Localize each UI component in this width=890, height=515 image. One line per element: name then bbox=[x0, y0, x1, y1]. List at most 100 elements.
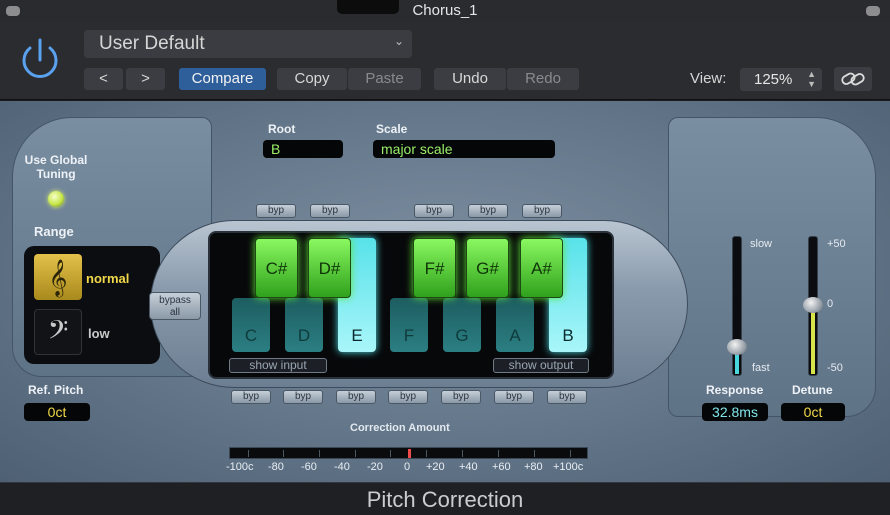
meter-tick bbox=[248, 450, 249, 457]
preset-name: User Default bbox=[99, 33, 205, 54]
bass-clef-icon[interactable]: 𝄢 bbox=[34, 309, 82, 355]
key-c-sharp-label: C# bbox=[265, 259, 288, 278]
redo-button[interactable]: Redo bbox=[507, 68, 579, 90]
right-control-area bbox=[668, 117, 876, 417]
detune-mid-label: 0 bbox=[827, 298, 834, 310]
detune-slider-handle[interactable] bbox=[803, 297, 823, 313]
bypass-key-a-sharp[interactable]: byp bbox=[522, 204, 562, 218]
detune-label: Detune bbox=[792, 383, 833, 397]
bypass-key-d-sharp[interactable]: byp bbox=[310, 204, 350, 218]
correction-scale-label: -100c bbox=[226, 461, 254, 473]
key-a-sharp[interactable]: A# bbox=[520, 238, 563, 298]
bypass-key-g[interactable]: byp bbox=[441, 390, 481, 404]
use-global-tuning-label: Use Global Tuning bbox=[20, 153, 92, 181]
bypass-key-f[interactable]: byp bbox=[388, 390, 428, 404]
next-preset-button[interactable]: > bbox=[126, 68, 165, 90]
stepper-arrows-icon: ▲ ▼ bbox=[807, 69, 816, 89]
key-g[interactable]: G bbox=[443, 298, 481, 352]
power-icon[interactable] bbox=[14, 34, 66, 86]
range-low-option[interactable]: low bbox=[88, 326, 110, 341]
bypass-key-c[interactable]: byp bbox=[231, 390, 271, 404]
scale-label: Scale bbox=[376, 122, 408, 136]
key-a[interactable]: A bbox=[496, 298, 534, 352]
key-d[interactable]: D bbox=[285, 298, 323, 352]
meter-tick bbox=[498, 450, 499, 457]
window-right-handle[interactable] bbox=[866, 6, 880, 16]
bypass-key-b[interactable]: byp bbox=[547, 390, 587, 404]
detune-min-label: -50 bbox=[827, 362, 843, 374]
correction-amount-meter bbox=[229, 447, 588, 459]
meter-tick bbox=[283, 450, 284, 457]
key-a-sharp-label: A# bbox=[531, 259, 552, 278]
use-global-tuning-line2: Tuning bbox=[36, 167, 76, 181]
meter-tick bbox=[319, 450, 320, 457]
bypass-key-g-sharp[interactable]: byp bbox=[468, 204, 508, 218]
preset-dropdown[interactable]: User Default ⌄ bbox=[84, 30, 412, 58]
copy-button[interactable]: Copy bbox=[277, 68, 347, 90]
correction-scale-label: +20 bbox=[426, 461, 445, 473]
bypass-all-line2: all bbox=[169, 307, 180, 318]
plugin-footer: Pitch Correction bbox=[0, 482, 890, 515]
meter-center-marker bbox=[408, 449, 411, 458]
bypass-key-a[interactable]: byp bbox=[494, 390, 534, 404]
use-global-tuning-line1: Use Global bbox=[24, 153, 88, 167]
zoom-select[interactable]: 125% ▲ ▼ bbox=[740, 68, 822, 91]
response-slow-label: slow bbox=[750, 238, 773, 250]
treble-clef-icon[interactable]: 𝄞 bbox=[34, 254, 82, 300]
response-slider-handle[interactable] bbox=[727, 339, 747, 355]
range-normal-option[interactable]: normal bbox=[86, 271, 129, 286]
scale-select[interactable]: major scale bbox=[373, 140, 555, 158]
root-label: Root bbox=[268, 122, 296, 136]
bypass-key-c-sharp[interactable]: byp bbox=[256, 204, 296, 218]
meter-tick bbox=[570, 450, 571, 457]
key-g-sharp[interactable]: G# bbox=[466, 238, 509, 298]
bypass-key-e[interactable]: byp bbox=[336, 390, 376, 404]
show-input-button[interactable]: show input bbox=[229, 358, 327, 373]
link-icon[interactable] bbox=[834, 67, 872, 91]
meter-tick bbox=[426, 450, 427, 457]
key-c[interactable]: C bbox=[232, 298, 270, 352]
window-titlebar: Chorus_1 bbox=[0, 0, 890, 22]
bypass-all-button[interactable]: bypass all bbox=[149, 292, 201, 320]
key-d-sharp[interactable]: D# bbox=[308, 238, 351, 298]
key-c-sharp[interactable]: C# bbox=[255, 238, 298, 298]
bypass-key-f-sharp[interactable]: byp bbox=[414, 204, 454, 218]
chevron-down-icon: ⌄ bbox=[393, 34, 404, 48]
bypass-key-d[interactable]: byp bbox=[283, 390, 323, 404]
meter-tick bbox=[534, 450, 535, 457]
key-f-sharp-label: F# bbox=[424, 259, 445, 278]
bypass-all-line1: bypass bbox=[159, 295, 191, 306]
plugin-name: Pitch Correction bbox=[366, 487, 524, 512]
window-title: Chorus_1 bbox=[412, 2, 478, 19]
meter-tick bbox=[355, 450, 356, 457]
response-label: Response bbox=[706, 383, 764, 397]
plugin-header-toolbar: User Default ⌄ < > Compare Copy Paste Un… bbox=[0, 22, 890, 100]
undo-button[interactable]: Undo bbox=[434, 68, 506, 90]
correction-scale-label: -40 bbox=[334, 461, 350, 473]
compare-button[interactable]: Compare bbox=[179, 68, 266, 90]
root-select[interactable]: B bbox=[263, 140, 343, 158]
correction-scale-label: +40 bbox=[459, 461, 478, 473]
correction-amount-label: Correction Amount bbox=[350, 422, 450, 434]
view-label: View: bbox=[690, 70, 727, 87]
response-fast-label: fast bbox=[752, 362, 770, 374]
global-tuning-led-button[interactable] bbox=[48, 191, 64, 207]
key-g-sharp-label: G# bbox=[476, 259, 499, 278]
correction-scale-label: -60 bbox=[301, 461, 317, 473]
show-output-button[interactable]: show output bbox=[493, 358, 589, 373]
ref-pitch-value[interactable]: 0ct bbox=[24, 403, 90, 421]
response-value[interactable]: 32.8ms bbox=[702, 403, 768, 421]
range-label: Range bbox=[34, 224, 74, 239]
correction-scale-label: -20 bbox=[367, 461, 383, 473]
paste-button[interactable]: Paste bbox=[348, 68, 421, 90]
previous-preset-button[interactable]: < bbox=[84, 68, 123, 90]
correction-scale-label: +100c bbox=[553, 461, 584, 473]
ref-pitch-label: Ref. Pitch bbox=[28, 383, 84, 397]
detune-slider-fill bbox=[811, 306, 815, 374]
detune-value[interactable]: 0ct bbox=[781, 403, 845, 421]
key-f[interactable]: F bbox=[390, 298, 428, 352]
correction-scale-label: -80 bbox=[268, 461, 284, 473]
correction-scale-label: 0 bbox=[404, 461, 411, 473]
key-f-sharp[interactable]: F# bbox=[413, 238, 456, 298]
zoom-value: 125% bbox=[754, 71, 793, 88]
